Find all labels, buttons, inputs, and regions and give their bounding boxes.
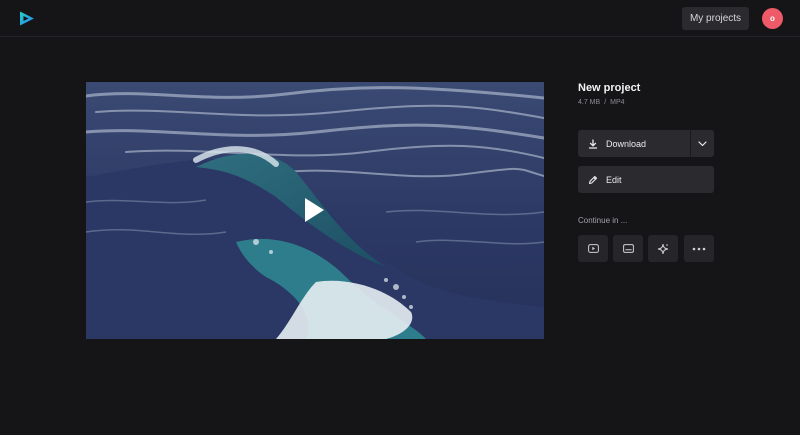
my-projects-button[interactable]: My projects (682, 7, 749, 30)
sparkle-icon (657, 243, 669, 254)
play-logo-icon[interactable] (18, 10, 36, 27)
file-format: MP4 (610, 99, 625, 106)
download-button[interactable]: Download (578, 130, 690, 157)
chevron-down-icon (698, 140, 707, 146)
file-size: 4.7 MB (578, 99, 601, 106)
download-options-button[interactable] (691, 130, 714, 157)
edit-label: Edit (606, 174, 622, 185)
pencil-icon (588, 175, 598, 184)
youtube-icon (587, 244, 599, 253)
more-options-button[interactable] (684, 235, 714, 262)
project-title: New project (578, 82, 641, 94)
continue-youtube-button[interactable] (578, 235, 608, 262)
download-label: Download (606, 138, 647, 149)
edit-button[interactable]: Edit (578, 166, 714, 193)
continue-subtitles-button[interactable] (613, 235, 643, 262)
download-split-button: Download (578, 130, 714, 157)
continue-in-label: Continue in ... (578, 216, 628, 225)
play-icon[interactable] (303, 197, 325, 223)
project-meta: 4.7 MB / MP4 (578, 99, 625, 106)
download-icon (588, 138, 598, 149)
continue-magic-button[interactable] (648, 235, 678, 262)
meta-separator: / (604, 99, 607, 106)
top-bar: My projects o (0, 0, 800, 37)
avatar[interactable]: o (762, 8, 783, 29)
subtitles-icon (622, 244, 634, 253)
more-icon (692, 247, 706, 250)
